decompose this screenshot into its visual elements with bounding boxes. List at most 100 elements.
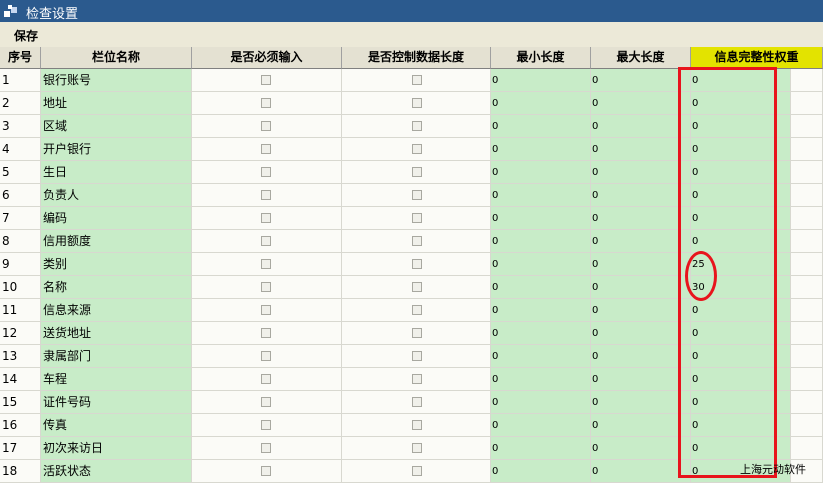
field-name-cell[interactable]: 信用额度 <box>41 230 192 253</box>
control-length-checkbox[interactable] <box>412 282 422 292</box>
min-length-input[interactable]: 0 <box>491 207 591 230</box>
field-name-cell[interactable]: 编码 <box>41 207 192 230</box>
required-checkbox[interactable] <box>261 121 271 131</box>
required-checkbox[interactable] <box>261 374 271 384</box>
max-length-input[interactable]: 0 <box>591 92 691 115</box>
column-header-min-length[interactable]: 最小长度 <box>491 47 591 69</box>
min-length-input[interactable]: 0 <box>491 138 591 161</box>
field-name-cell[interactable]: 类别 <box>41 253 192 276</box>
column-header-field-name[interactable]: 栏位名称 <box>41 47 192 69</box>
min-length-input[interactable]: 0 <box>491 161 591 184</box>
weight-input[interactable]: 0 <box>691 391 791 414</box>
control-length-checkbox[interactable] <box>412 144 422 154</box>
min-length-input[interactable]: 0 <box>491 276 591 299</box>
weight-input[interactable]: 0 <box>691 345 791 368</box>
min-length-input[interactable]: 0 <box>491 322 591 345</box>
max-length-input[interactable]: 0 <box>591 207 691 230</box>
required-checkbox[interactable] <box>261 236 271 246</box>
weight-input[interactable]: 0 <box>691 230 791 253</box>
min-length-input[interactable]: 0 <box>491 391 591 414</box>
required-checkbox[interactable] <box>261 98 271 108</box>
min-length-input[interactable]: 0 <box>491 437 591 460</box>
max-length-input[interactable]: 0 <box>591 253 691 276</box>
max-length-input[interactable]: 0 <box>591 391 691 414</box>
field-name-cell[interactable]: 证件号码 <box>41 391 192 414</box>
control-length-checkbox[interactable] <box>412 98 422 108</box>
min-length-input[interactable]: 0 <box>491 345 591 368</box>
weight-input[interactable]: 0 <box>691 138 791 161</box>
field-name-cell[interactable]: 负责人 <box>41 184 192 207</box>
max-length-input[interactable]: 0 <box>591 460 691 483</box>
control-length-checkbox[interactable] <box>412 75 422 85</box>
weight-input[interactable]: 0 <box>691 368 791 391</box>
min-length-input[interactable]: 0 <box>491 69 591 92</box>
required-checkbox[interactable] <box>261 259 271 269</box>
max-length-input[interactable]: 0 <box>591 69 691 92</box>
weight-input[interactable]: 0 <box>691 322 791 345</box>
column-header-max-length[interactable]: 最大长度 <box>591 47 691 69</box>
max-length-input[interactable]: 0 <box>591 276 691 299</box>
max-length-input[interactable]: 0 <box>591 138 691 161</box>
field-name-cell[interactable]: 车程 <box>41 368 192 391</box>
control-length-checkbox[interactable] <box>412 466 422 476</box>
column-header-required[interactable]: 是否必须输入 <box>192 47 342 69</box>
weight-input[interactable]: 30 <box>691 276 791 299</box>
weight-input[interactable]: 25 <box>691 253 791 276</box>
control-length-checkbox[interactable] <box>412 420 422 430</box>
max-length-input[interactable]: 0 <box>591 322 691 345</box>
control-length-checkbox[interactable] <box>412 374 422 384</box>
control-length-checkbox[interactable] <box>412 328 422 338</box>
field-name-cell[interactable]: 活跃状态 <box>41 460 192 483</box>
weight-input[interactable]: 0 <box>691 184 791 207</box>
field-name-cell[interactable]: 传真 <box>41 414 192 437</box>
control-length-checkbox[interactable] <box>412 167 422 177</box>
control-length-checkbox[interactable] <box>412 443 422 453</box>
max-length-input[interactable]: 0 <box>591 414 691 437</box>
field-name-cell[interactable]: 名称 <box>41 276 192 299</box>
weight-input[interactable]: 0 <box>691 437 791 460</box>
field-name-cell[interactable]: 区域 <box>41 115 192 138</box>
max-length-input[interactable]: 0 <box>591 368 691 391</box>
required-checkbox[interactable] <box>261 167 271 177</box>
control-length-checkbox[interactable] <box>412 190 422 200</box>
max-length-input[interactable]: 0 <box>591 437 691 460</box>
required-checkbox[interactable] <box>261 190 271 200</box>
min-length-input[interactable]: 0 <box>491 299 591 322</box>
required-checkbox[interactable] <box>261 75 271 85</box>
control-length-checkbox[interactable] <box>412 121 422 131</box>
max-length-input[interactable]: 0 <box>591 345 691 368</box>
field-name-cell[interactable]: 生日 <box>41 161 192 184</box>
field-name-cell[interactable]: 地址 <box>41 92 192 115</box>
field-name-cell[interactable]: 送货地址 <box>41 322 192 345</box>
min-length-input[interactable]: 0 <box>491 414 591 437</box>
save-button[interactable]: 保存 <box>14 27 38 44</box>
column-header-weight[interactable]: 信息完整性权重 <box>691 47 823 69</box>
weight-input[interactable]: 0 <box>691 207 791 230</box>
required-checkbox[interactable] <box>261 351 271 361</box>
control-length-checkbox[interactable] <box>412 351 422 361</box>
required-checkbox[interactable] <box>261 328 271 338</box>
required-checkbox[interactable] <box>261 420 271 430</box>
column-header-no[interactable]: 序号 <box>0 47 41 69</box>
field-name-cell[interactable]: 银行账号 <box>41 69 192 92</box>
min-length-input[interactable]: 0 <box>491 184 591 207</box>
required-checkbox[interactable] <box>261 144 271 154</box>
field-name-cell[interactable]: 信息来源 <box>41 299 192 322</box>
column-header-control-length[interactable]: 是否控制数据长度 <box>342 47 491 69</box>
max-length-input[interactable]: 0 <box>591 299 691 322</box>
max-length-input[interactable]: 0 <box>591 161 691 184</box>
control-length-checkbox[interactable] <box>412 236 422 246</box>
min-length-input[interactable]: 0 <box>491 115 591 138</box>
min-length-input[interactable]: 0 <box>491 92 591 115</box>
required-checkbox[interactable] <box>261 466 271 476</box>
min-length-input[interactable]: 0 <box>491 460 591 483</box>
max-length-input[interactable]: 0 <box>591 115 691 138</box>
weight-input[interactable]: 0 <box>691 69 791 92</box>
control-length-checkbox[interactable] <box>412 397 422 407</box>
required-checkbox[interactable] <box>261 282 271 292</box>
field-name-cell[interactable]: 开户银行 <box>41 138 192 161</box>
max-length-input[interactable]: 0 <box>591 230 691 253</box>
required-checkbox[interactable] <box>261 397 271 407</box>
weight-input[interactable]: 0 <box>691 92 791 115</box>
min-length-input[interactable]: 0 <box>491 230 591 253</box>
